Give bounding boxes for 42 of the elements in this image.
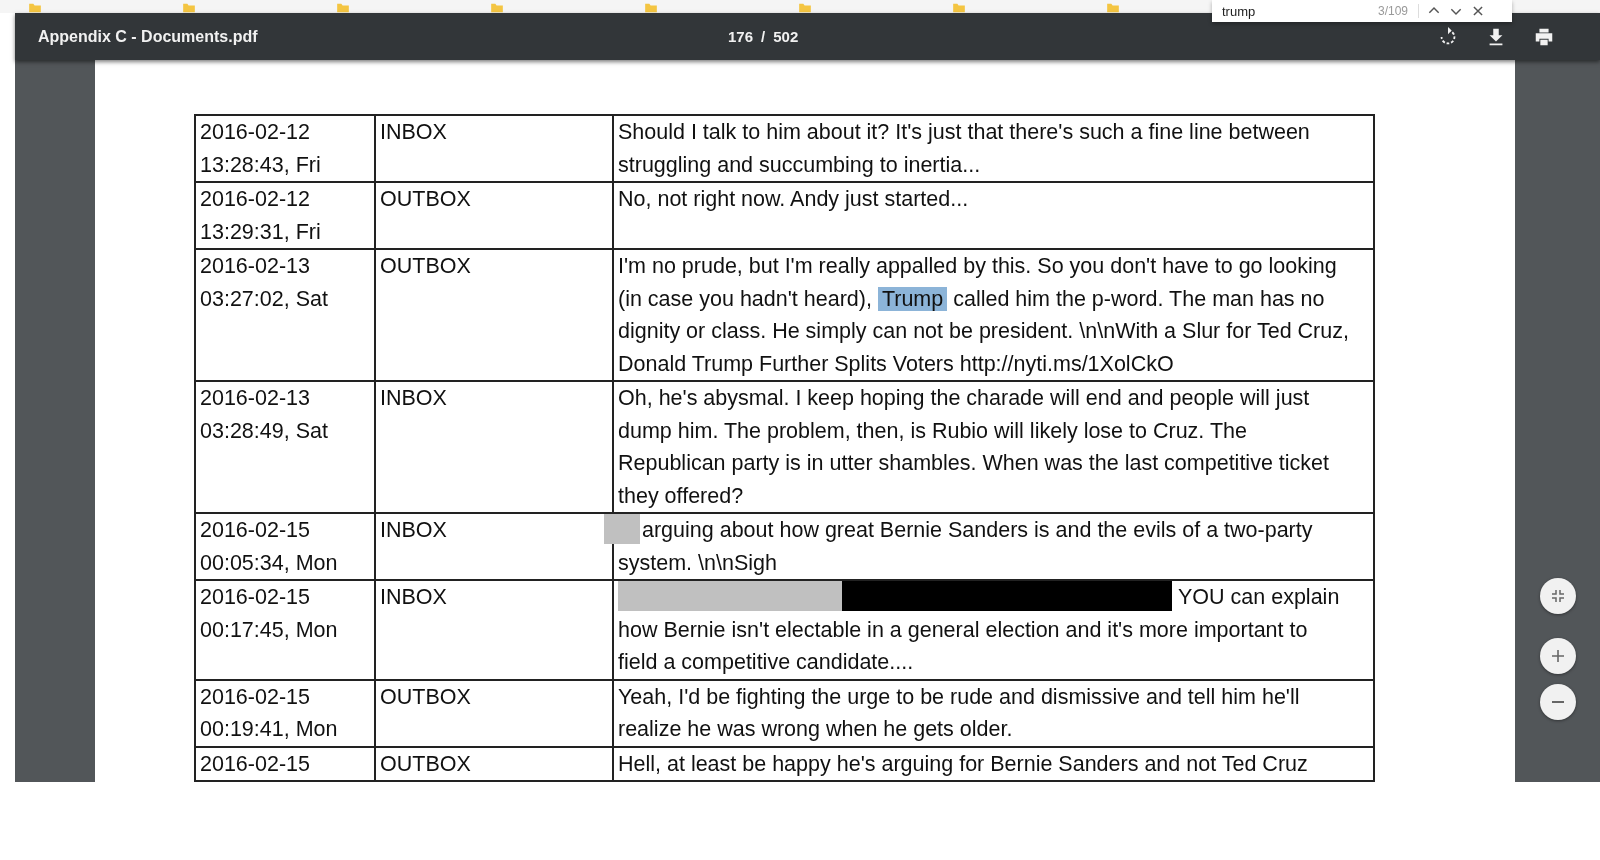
date-cell-text: 2016-02-13	[200, 253, 311, 280]
message-cell: YOU can explain how Bernie isn't electable in a general election and it's more important to field a competitive candidate....	[613, 580, 1374, 680]
time-cell-text: 03:27:02, Sat	[200, 285, 329, 313]
message-cell: No, not right now. Andy just started...	[613, 182, 1374, 249]
fit-page-button[interactable]	[1539, 578, 1576, 614]
date-cell-text: 2016-02-12	[200, 119, 311, 146]
collapse-icon	[1549, 588, 1566, 604]
time-cell-text: 00:19:41, Mon	[200, 716, 339, 743]
match-count: 3/109	[1378, 4, 1420, 18]
zoom-in-button[interactable]	[1539, 638, 1576, 674]
page-separator: /	[761, 28, 766, 45]
page-number[interactable]: 176	[728, 28, 754, 45]
close-icon[interactable]	[1471, 4, 1486, 18]
time-cell-text: 13:28:43, Fri	[200, 151, 322, 179]
time-cell-text: 00:17:45, Mon	[200, 616, 339, 644]
plus-icon	[1549, 648, 1566, 664]
message-cell: Should I talk to him about it? It's just that there's such a fine line between struggling and succumbing to inertia...	[613, 115, 1374, 182]
date-cell-text: 2016-02-12	[200, 186, 311, 213]
page-total: 502	[773, 28, 799, 45]
time-cell-text: 03:28:49, Sat	[200, 417, 329, 445]
time-cell-text: 13:29:31, Fri	[200, 218, 322, 246]
message-cell: I'm no prude, but I'm really appalled by this. So you don't have to go looking (in case you hadn't heard), Trump called him the p-word. The man has no dignity or class. He simply can not be president. \n\nWith a Slur for Ted Cruz, Donald Trump Further Splits Voters http://nyti.ms/1XolCkO	[613, 249, 1374, 381]
time-cell-text: 00:05:34, Mon	[200, 549, 339, 577]
date-cell-text: 2016-02-13	[200, 385, 311, 412]
minus-icon	[1551, 701, 1564, 703]
find-bar[interactable]: trump 3/109	[1212, 0, 1512, 22]
folder-cell: OUTBOX	[375, 249, 613, 381]
folder-cell: OUTBOX	[375, 679, 613, 747]
folder-cell: OUTBOX	[375, 182, 613, 249]
date-cell-text: 2016-02-15	[200, 683, 311, 711]
folder-cell: OUTBOX	[375, 746, 613, 781]
date-cell-text: 2016-02-15	[200, 517, 311, 544]
date-cell-text: 2016-02-15	[200, 750, 311, 778]
folder-cell: INBOX	[375, 115, 613, 182]
message-cell: Yeah, I'd be fighting the urge to be rude and dismissive and tell him he'll realize he was wrong when he gets older.	[613, 679, 1374, 747]
folder-cell: INBOX	[375, 580, 613, 680]
document-title: Appendix C - Documents.pdf	[38, 27, 259, 46]
zoom-out-button[interactable]	[1539, 684, 1576, 720]
date-cell-text: 2016-02-15	[200, 584, 311, 611]
folder-cell: INBOX	[375, 381, 613, 513]
message-cell: Oh, he's abysmal. I keep hoping the charade will end and people will just dump him. The problem, then, is Rubio will likely lose to Cruz. The Republican party is in utter shambles. When was the last competitive ticket they offered?	[613, 381, 1374, 513]
message-cell: Hell, at least be happy he's arguing for Bernie Sanders and not Ted Cruz	[613, 746, 1374, 781]
